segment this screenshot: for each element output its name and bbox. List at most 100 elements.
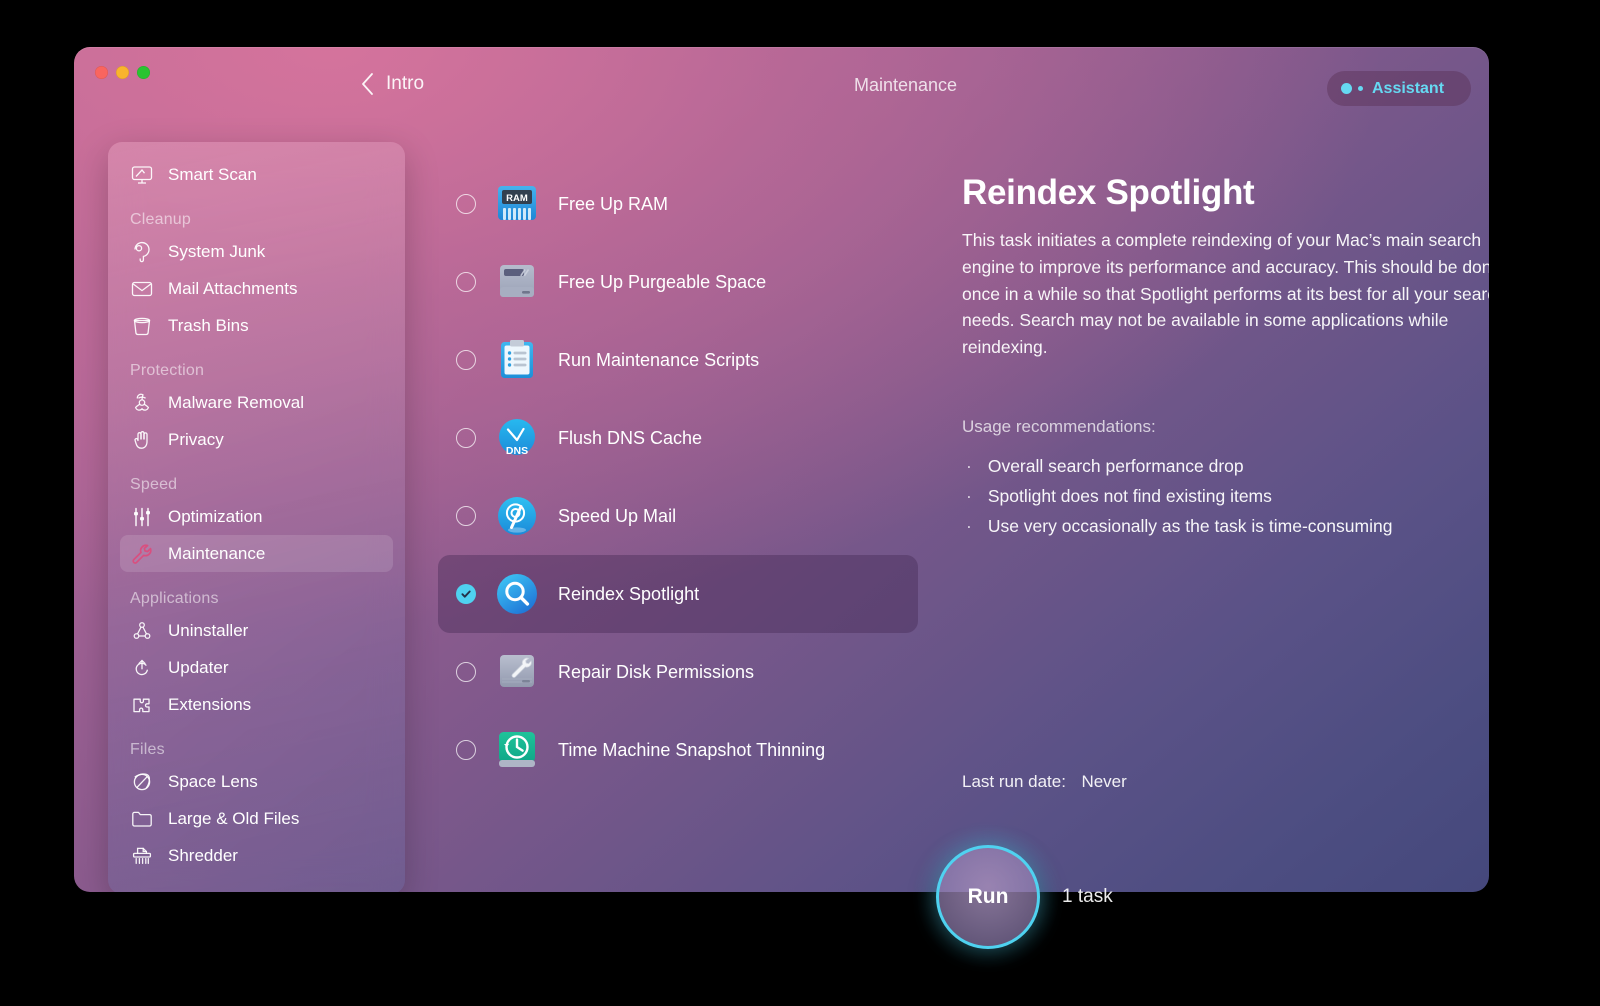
task-label: Repair Disk Permissions [558,661,755,682]
svg-text:DNS: DNS [506,445,528,457]
detail-description: This task initiates a complete reindexin… [962,230,1489,358]
bullet-icon: · [966,516,972,537]
bullet-icon: · [966,485,972,506]
sidebar-item-label: Large & Old Files [168,808,300,828]
recommendation-text: Overall search performance drop [987,455,1244,476]
bullet-icon: · [966,455,972,476]
sidebar-item-label: Updater [168,657,229,677]
task-row-free-up-purgeable-space[interactable]: Free Up Purgeable Space [438,243,918,321]
checkbox-unchecked-icon[interactable] [456,506,476,526]
assistant-button[interactable]: Assistant [1327,71,1471,106]
sidebar-item-label: Uninstaller [168,620,249,640]
wrench-icon [130,542,154,566]
updater-icon [130,656,154,680]
task-row-reindex-spotlight[interactable]: Reindex Spotlight [438,555,918,633]
close-button[interactable] [95,66,108,79]
sidebar-item-label: Maintenance [168,543,266,563]
run-button[interactable]: Run [936,845,1040,949]
sidebar-item-label: Privacy [168,429,224,449]
sidebar-item-shredder[interactable]: Shredder [120,837,393,874]
sidebar-item-label: Smart Scan [168,164,257,184]
recommendation-text: Use very occasionally as the task is tim… [987,516,1393,537]
sidebar-item-label: Space Lens [168,771,258,791]
sidebar-item-label: Mail Attachments [168,278,298,298]
task-label: Time Machine Snapshot Thinning [558,739,826,760]
mail-speed-icon [494,493,540,539]
nav-group-title-cleanup: Cleanup [130,211,192,228]
trash-bin-icon [130,314,154,338]
sidebar-item-optimization[interactable]: Optimization [120,498,393,535]
task-label: Flush DNS Cache [558,427,703,448]
traffic-lights [95,66,150,79]
task-row-run-maintenance-scripts[interactable]: Run Maintenance Scripts [438,321,918,399]
task-row-flush-dns-cache[interactable]: DNS Flush DNS Cache [438,399,918,477]
checkbox-unchecked-icon[interactable] [456,272,476,292]
task-count: 1 task [1062,886,1113,907]
sidebar-item-uninstaller[interactable]: Uninstaller [120,612,393,649]
checkbox-unchecked-icon[interactable] [456,740,476,760]
sidebar-item-label: Trash Bins [168,315,249,335]
sidebar-item-label: System Junk [168,241,266,261]
sidebar-item-mail-attachments[interactable]: Mail Attachments [120,270,393,307]
sidebar-item-extensions[interactable]: Extensions [120,686,393,723]
detail-title: Reindex Spotlight [962,173,1255,212]
breadcrumb: Maintenance [854,75,958,95]
recommendation-item: · Use very occasionally as the task is ti… [962,511,1489,541]
sidebar: Smart Scan Cleanup System Junk Mail Attachm… [108,142,405,892]
sidebar-item-privacy[interactable]: Privacy [120,421,393,458]
assistant-label: Assistant [1372,79,1445,97]
space-lens-icon [130,770,154,794]
sidebar-item-label: Malware Removal [168,392,305,412]
folder-icon [130,807,154,831]
task-row-repair-disk-permissions[interactable]: Repair Disk Permissions [438,633,918,711]
last-run-row: Last run date: Never [962,772,1127,792]
last-run-value: Never [1081,772,1127,791]
task-row-speed-up-mail[interactable]: Speed Up Mail [438,477,918,555]
sidebar-item-smart-scan[interactable]: Smart Scan [120,156,393,193]
sliders-icon [130,505,154,529]
recommendations-title: Usage recommendations: [962,416,1156,436]
recommendation-item: · Overall search performance drop [962,451,1489,481]
shredder-icon [130,844,154,868]
task-label: Free Up RAM [558,193,669,214]
checkbox-unchecked-icon[interactable] [456,194,476,214]
assistant-dot-small-icon [1358,86,1363,91]
zoom-button[interactable] [137,66,150,79]
sidebar-item-label: Extensions [168,694,252,714]
sidebar-item-label: Shredder [168,845,238,865]
disk-wrench-icon [494,649,540,695]
minimize-button[interactable] [116,66,129,79]
svg-text:RAM: RAM [506,193,528,204]
sidebar-item-maintenance[interactable]: Maintenance [120,535,393,572]
task-label: Speed Up Mail [558,505,677,526]
sidebar-item-large-old-files[interactable]: Large & Old Files [120,800,393,837]
app-window: Intro Maintenance Assistant RAM Free Up … [74,47,1489,975]
checkbox-unchecked-icon[interactable] [456,662,476,682]
sidebar-item-label: Optimization [168,506,263,526]
checkbox-checked-icon[interactable] [456,584,476,604]
back-button[interactable]: Intro [361,73,424,95]
biohazard-icon [130,391,154,415]
sidebar-item-trash-bins[interactable]: Trash Bins [120,307,393,344]
clipboard-icon [494,337,540,383]
sidebar-item-space-lens[interactable]: Space Lens [120,763,393,800]
task-label: Reindex Spotlight [558,583,700,604]
assistant-dot-large-icon [1341,83,1352,94]
checkbox-unchecked-icon[interactable] [456,428,476,448]
checkbox-unchecked-icon[interactable] [456,350,476,370]
system-junk-icon [130,240,154,264]
sidebar-item-system-junk[interactable]: System Junk [120,233,393,270]
task-row-time-machine-snapshot-thinning[interactable]: Time Machine Snapshot Thinning [438,711,918,789]
task-label: Run Maintenance Scripts [558,349,760,370]
task-row-free-up-ram[interactable]: RAM Free Up RAM [438,165,918,243]
sidebar-item-updater[interactable]: Updater [120,649,393,686]
nav-group-title-protection: Protection [130,362,205,379]
sidebar-item-malware-removal[interactable]: Malware Removal [120,384,393,421]
spotlight-search-icon [494,571,540,617]
screenshot-stage: Intro Maintenance Assistant RAM Free Up … [0,0,1600,1006]
task-label: Free Up Purgeable Space [558,271,767,292]
run-area: Run 1 task [910,819,1113,975]
window-clip: Intro Maintenance Assistant RAM Free Up … [74,47,1489,892]
detail-panel: Reindex Spotlight This task initiates a … [962,173,1489,541]
nav-group-title-applications: Applications [130,590,219,607]
